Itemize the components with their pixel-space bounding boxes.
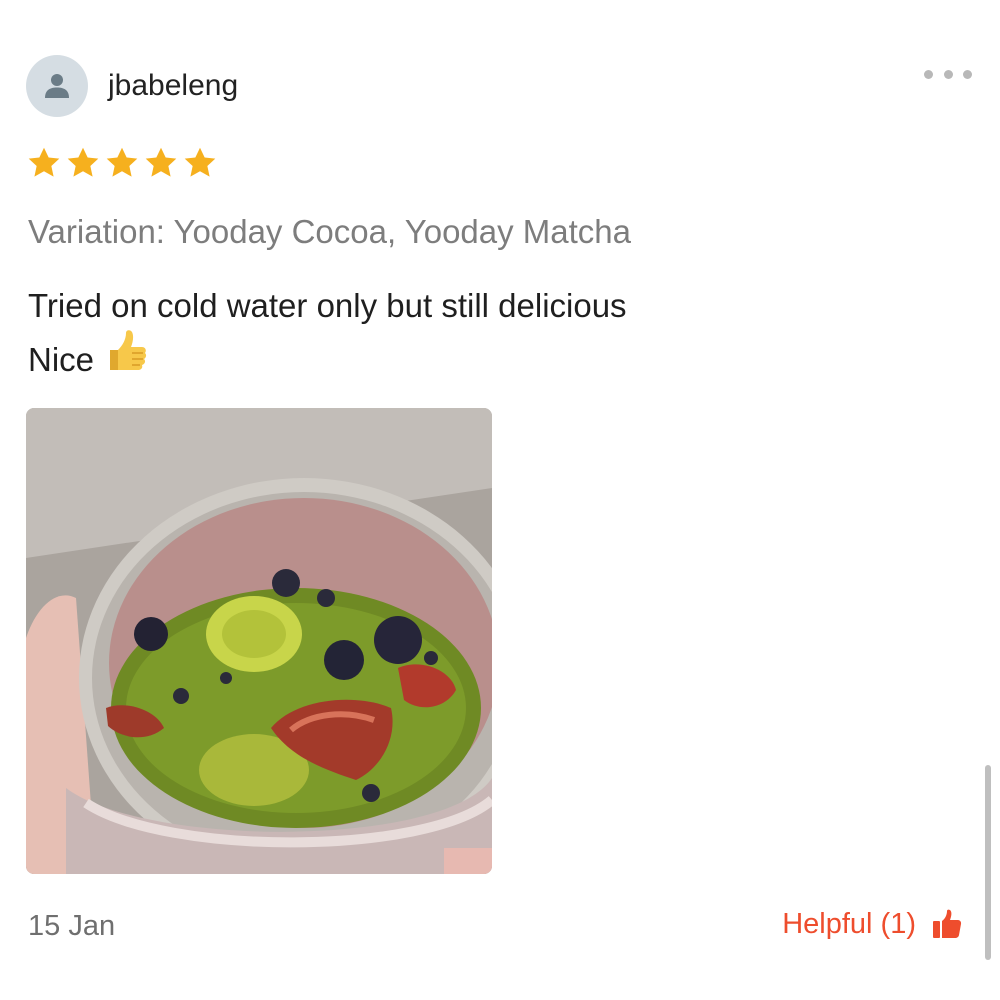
variation-text: Variation: Yooday Cocoa, Yooday Matcha — [28, 213, 632, 250]
star-icon — [28, 147, 60, 177]
review-photo[interactable] — [26, 408, 492, 874]
thumbs-up-emoji — [104, 328, 148, 389]
star-icon — [106, 147, 138, 177]
review-card: jbabeleng Variation: Yooday Cocoa, Yooda… — [0, 0, 1000, 1000]
more-options-button[interactable] — [924, 62, 972, 86]
avatar[interactable] — [26, 55, 88, 117]
star-icon — [184, 147, 216, 177]
more-dot — [943, 69, 953, 79]
user-placeholder-icon — [45, 74, 69, 98]
more-dot — [963, 69, 972, 79]
comment-line-1: Tried on cold water only but still delic… — [28, 287, 627, 324]
thumbs-up-icon — [933, 909, 962, 938]
scrollbar[interactable] — [985, 765, 991, 960]
star-icon — [145, 147, 177, 177]
helpful-button[interactable]: Helpful (1) — [782, 906, 962, 942]
review-date: 15 Jan — [28, 910, 116, 942]
star-icon — [67, 147, 99, 177]
comment-line-2-text: Nice — [28, 341, 95, 379]
review-comment: Tried on cold water only but still delic… — [28, 280, 627, 393]
helpful-label: Helpful (1) — [782, 908, 916, 940]
more-dots-icon — [924, 69, 933, 79]
reviewer-username[interactable]: jbabeleng — [108, 68, 238, 104]
comment-line-2: Nice — [28, 330, 627, 393]
star-rating — [26, 145, 218, 181]
